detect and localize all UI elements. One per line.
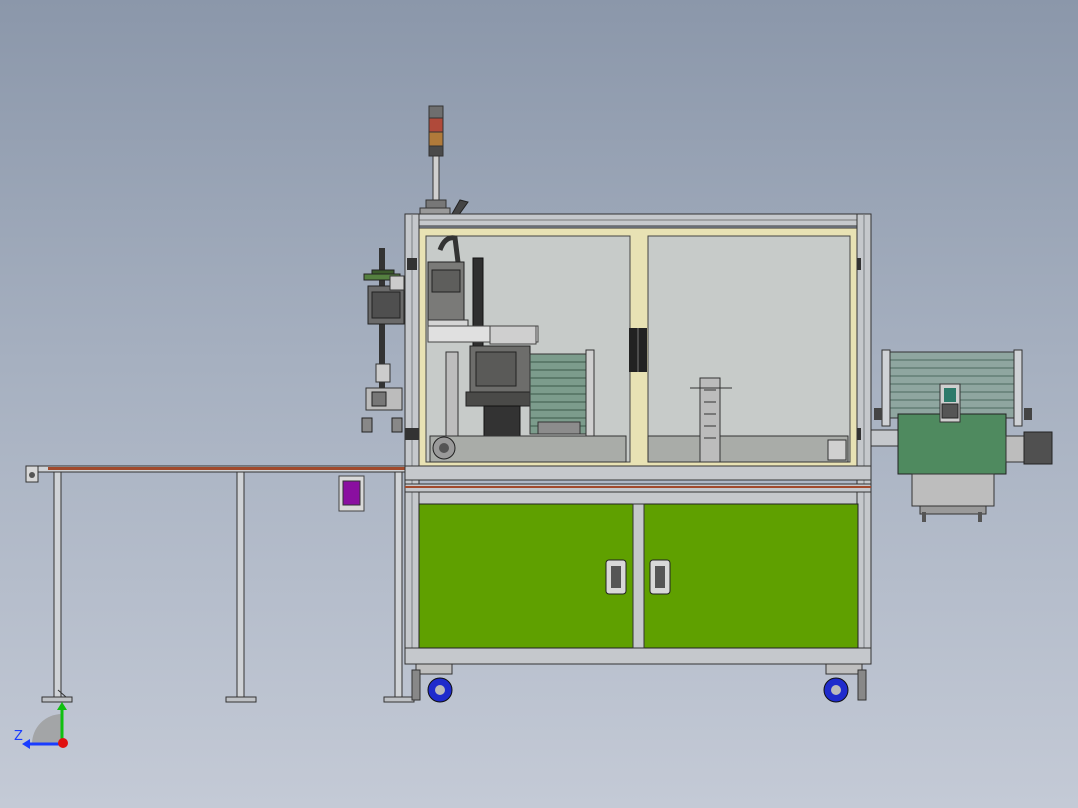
cad-viewport[interactable]: Z <box>0 0 1078 808</box>
axis-triad-icon[interactable]: Z <box>12 700 82 760</box>
hanging-control-box[interactable] <box>338 475 365 512</box>
lower-cabinet[interactable] <box>418 491 859 649</box>
z-axis-head <box>22 739 30 749</box>
y-axis-head <box>57 702 67 710</box>
caster-wheel-icon <box>823 663 867 703</box>
caster-wheel-icon <box>411 663 453 703</box>
machine-assembly-drawing[interactable] <box>0 0 1078 808</box>
z-axis-label: Z <box>14 729 23 744</box>
x-axis-point <box>58 738 68 748</box>
cabinet-handle-icon[interactable] <box>649 559 671 595</box>
cabinet-handle-icon[interactable] <box>605 559 627 595</box>
outfeed-conveyor[interactable] <box>870 349 1053 522</box>
signal-tower-icon[interactable] <box>419 105 469 217</box>
